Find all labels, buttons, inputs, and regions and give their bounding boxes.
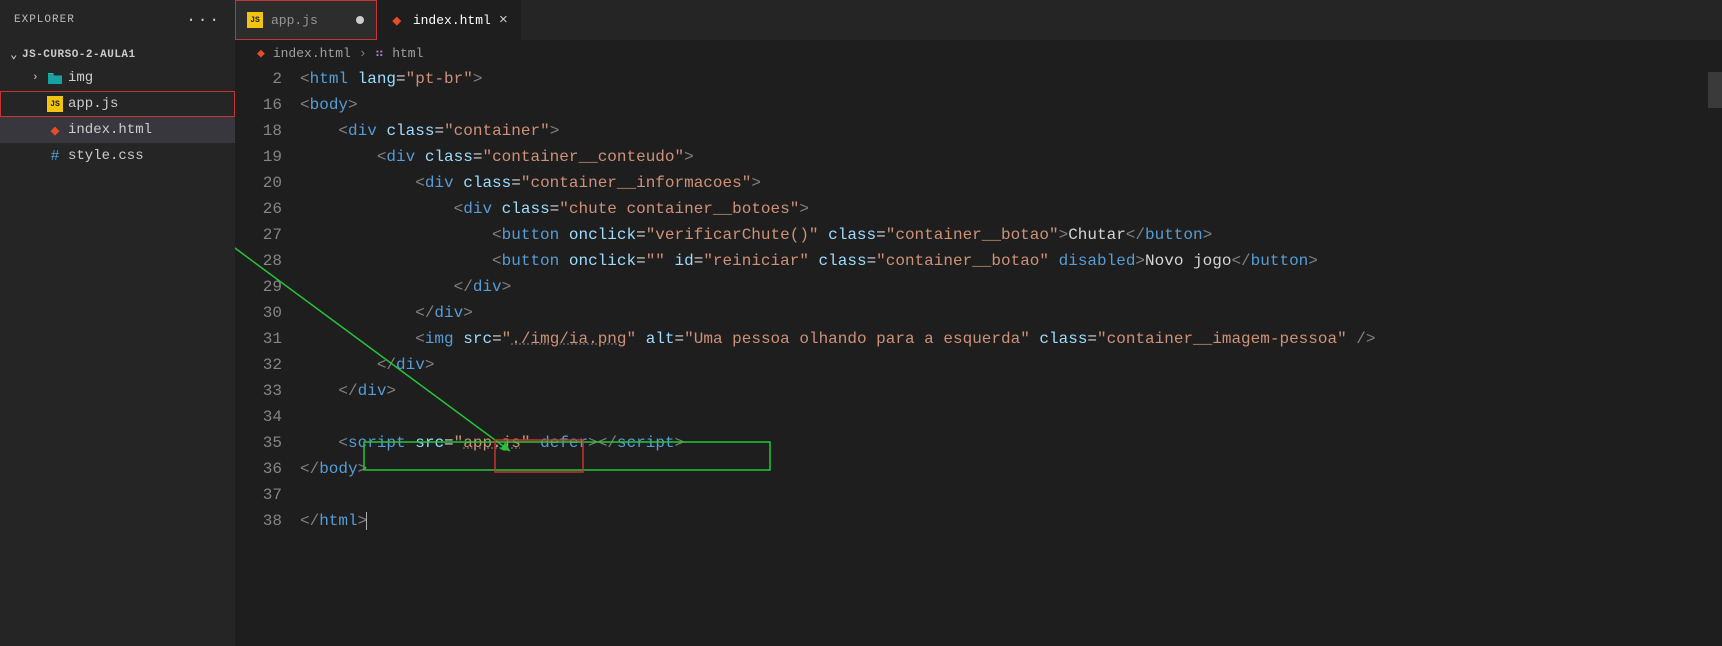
tab-index-html[interactable]: ◆ index.html ×: [377, 0, 521, 40]
explorer-title: EXPLORER: [14, 14, 75, 26]
tab-app-js[interactable]: JS app.js: [235, 0, 377, 40]
vertical-scrollbar[interactable]: [1708, 40, 1722, 646]
tree-root-row[interactable]: ⌄ JS-CURSO-2-AULA1: [0, 44, 235, 65]
html-icon: ◆: [46, 121, 64, 140]
tree-item-label: img: [68, 70, 93, 86]
explorer-header: EXPLORER ···: [0, 0, 235, 40]
tree-item-label: style.css: [68, 148, 144, 164]
chevron-right-icon: ›: [359, 46, 367, 61]
tree-item-app-js[interactable]: JS app.js: [0, 91, 235, 117]
html-icon: ◆: [389, 11, 405, 30]
tree-item-style-css[interactable]: # style.css: [0, 143, 235, 169]
breadcrumb[interactable]: ◆ index.html › ⠶ html: [235, 40, 1722, 66]
breadcrumb-node: html: [392, 46, 423, 61]
editor-area: JS app.js ◆ index.html × ◆ index.html › …: [235, 0, 1722, 646]
line-gutter: 21618192026272829303132333435363738: [235, 66, 300, 646]
chevron-right-icon: ›: [32, 72, 46, 84]
tree-item-label: index.html: [68, 122, 152, 138]
tab-bar: JS app.js ◆ index.html ×: [235, 0, 1722, 40]
tab-label: index.html: [413, 13, 491, 28]
close-icon[interactable]: ×: [499, 12, 508, 29]
code-content[interactable]: <html lang="pt-br"><body> <div class="co…: [300, 66, 1722, 646]
tree-item-label: app.js: [68, 96, 118, 112]
dirty-dot-icon: [356, 16, 364, 24]
explorer-more-icon[interactable]: ···: [186, 11, 221, 29]
html-icon: ◆: [257, 46, 265, 61]
chevron-down-icon: ⌄: [6, 47, 22, 62]
css-icon: #: [46, 148, 64, 165]
code-editor[interactable]: 21618192026272829303132333435363738 <htm…: [235, 66, 1722, 646]
js-icon: JS: [46, 96, 64, 112]
element-icon: ⠶: [375, 46, 385, 61]
js-icon: JS: [247, 12, 263, 28]
tree-item-index-html[interactable]: ◆ index.html: [0, 117, 235, 143]
tab-label: app.js: [271, 13, 318, 28]
scrollbar-thumb[interactable]: [1708, 72, 1722, 108]
tree-item-img[interactable]: › img: [0, 65, 235, 91]
folder-icon: [46, 72, 64, 84]
breadcrumb-file: index.html: [273, 46, 351, 61]
explorer-sidebar: EXPLORER ··· ⌄ JS-CURSO-2-AULA1 › img JS…: [0, 0, 235, 646]
file-tree: ⌄ JS-CURSO-2-AULA1 › img JS app.js ◆ ind…: [0, 40, 235, 169]
tree-root-label: JS-CURSO-2-AULA1: [22, 49, 136, 61]
